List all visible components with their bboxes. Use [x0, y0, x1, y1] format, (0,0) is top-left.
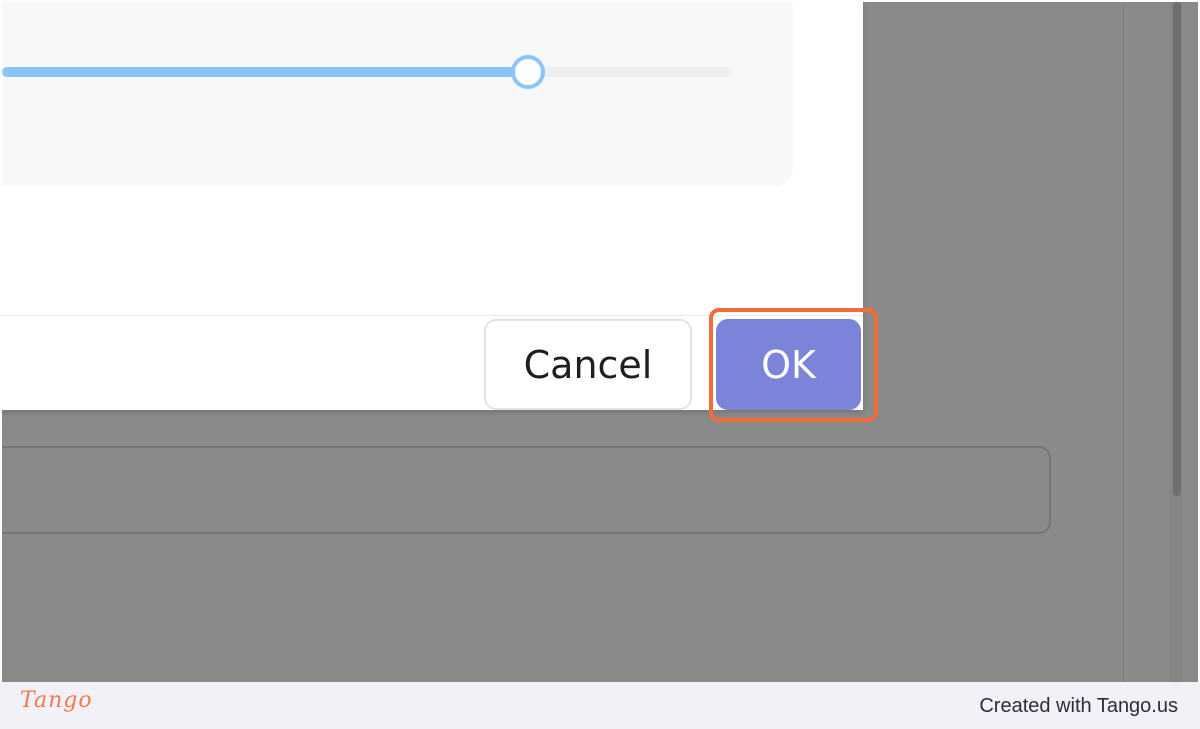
slider-fill — [2, 67, 528, 77]
scrollbar-track[interactable] — [1170, 2, 1182, 682]
dialog-footer-divider — [2, 315, 863, 316]
background-input-field — [2, 446, 1051, 534]
dialog: Cancel OK — [2, 2, 863, 410]
tango-footer: Tango Created with Tango.us — [0, 682, 1200, 729]
ok-button[interactable]: OK — [716, 319, 861, 410]
scrollbar-thumb[interactable] — [1173, 2, 1181, 496]
footer-credit: Created with Tango.us — [979, 695, 1178, 717]
slider-track[interactable] — [2, 55, 732, 89]
tango-logo: Tango — [20, 688, 93, 713]
background-panel-edge — [1123, 2, 1124, 682]
slider-thumb[interactable] — [511, 55, 545, 89]
cancel-button[interactable]: Cancel — [484, 319, 692, 410]
slider-card — [2, 2, 793, 186]
screenshot-area: Cancel OK — [2, 2, 1198, 682]
